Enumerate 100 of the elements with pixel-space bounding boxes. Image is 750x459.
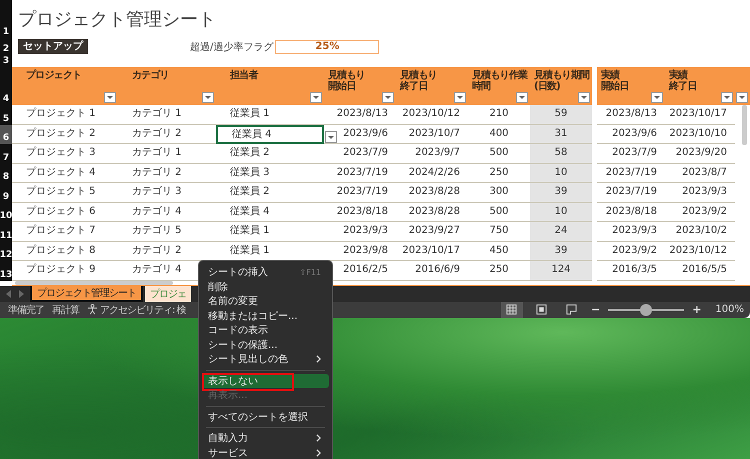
table-cell: 従業員 3 xyxy=(216,164,324,183)
table-cell: 2023/7/19 xyxy=(324,164,396,183)
menu-item[interactable]: 削除 xyxy=(202,280,329,294)
row-number: 6 xyxy=(0,124,12,144)
table-cell: カテゴリ 3 xyxy=(118,183,216,202)
vertical-scrollbar-thumb[interactable] xyxy=(742,105,747,145)
table-cell: 2023/8/28 xyxy=(396,183,468,202)
table-cell: 2023/9/3 xyxy=(324,222,396,242)
sheet-tab[interactable]: プロジェクト管理シート xyxy=(30,286,143,302)
table-cell: 2023/9/6 xyxy=(324,124,396,144)
zoom-level: 100% xyxy=(715,304,744,315)
menu-item[interactable]: 自動入力 xyxy=(202,431,329,446)
row-number: 2 xyxy=(0,38,12,55)
menu-item[interactable]: すべてのシートを選択 xyxy=(202,410,329,424)
table-cell: 2023/7/19 xyxy=(324,183,396,202)
table-cell: 従業員 2 xyxy=(216,144,324,164)
table-cell: 2023/8/13 xyxy=(597,105,665,124)
column-header-label: プロジェクト xyxy=(26,70,82,81)
filter-dropdown-icon[interactable] xyxy=(516,92,528,103)
filter-dropdown-icon[interactable] xyxy=(651,92,663,103)
filter-dropdown-icon[interactable] xyxy=(736,92,748,103)
table-cell: カテゴリ 2 xyxy=(118,164,216,183)
table-cell: カテゴリ 5 xyxy=(118,222,216,242)
row-number: 3 xyxy=(0,55,12,67)
column-header-label: 終了日 xyxy=(669,81,697,92)
row-number: 5 xyxy=(0,105,12,124)
menu-item[interactable]: 名前の変更 xyxy=(202,294,329,308)
filter-dropdown-icon[interactable] xyxy=(310,92,322,103)
filter-dropdown-icon[interactable] xyxy=(104,92,116,103)
table-cell: 2023/10/2 xyxy=(665,222,735,242)
table-cell: 2023/7/19 xyxy=(597,164,665,183)
table-cell: プロジェクト 3 xyxy=(12,144,118,164)
table-cell: 2016/5/5 xyxy=(665,261,735,280)
row-number: 1 xyxy=(0,0,12,38)
table-cell: プロジェクト 2 xyxy=(12,124,118,144)
filter-dropdown-icon[interactable] xyxy=(721,92,733,103)
row-number: 8 xyxy=(0,164,12,183)
row-number: 7 xyxy=(0,144,12,164)
menu-item[interactable]: コードの表示 xyxy=(202,323,329,338)
sheet-tab[interactable]: プロジェ xyxy=(145,286,191,302)
table-cell: 従業員 1 xyxy=(216,222,324,242)
column-header-label: 見積もり xyxy=(400,70,437,81)
table-cell: 10 xyxy=(530,164,592,183)
table-cell: 2023/10/12 xyxy=(665,242,735,261)
column-header-label: 見積もり期間 xyxy=(534,70,590,81)
zoom-in-button[interactable]: + xyxy=(692,303,702,316)
filter-dropdown-icon[interactable] xyxy=(202,92,214,103)
table-cell: プロジェクト 5 xyxy=(12,183,118,202)
table-cell: 2023/8/18 xyxy=(324,202,396,222)
filter-dropdown-icon[interactable] xyxy=(454,92,466,103)
column-header-label: 見積もり xyxy=(328,70,365,81)
table-cell: 2023/7/9 xyxy=(597,144,665,164)
menu-item[interactable]: シート見出しの色 xyxy=(202,352,329,366)
row-number: 10 xyxy=(0,202,12,222)
flag-value-cell[interactable]: 25% xyxy=(275,40,380,54)
table-cell: 2023/8/18 xyxy=(597,202,665,222)
setup-button[interactable]: セットアップ xyxy=(18,39,88,54)
table-cell: 59 xyxy=(530,105,592,124)
row-number: 13 xyxy=(0,261,12,280)
menu-item[interactable]: 移動またはコピー... xyxy=(202,308,329,323)
table-cell: 24 xyxy=(530,222,592,242)
column-header-label: 担当者 xyxy=(230,70,258,81)
horizontal-scrollbar-thumb[interactable] xyxy=(15,280,173,284)
table-cell: 2023/10/7 xyxy=(396,124,468,144)
table-cell: 従業員 1 xyxy=(216,105,324,124)
row-number: 11 xyxy=(0,222,12,242)
grid-icon xyxy=(506,304,518,315)
table-cell: プロジェクト 8 xyxy=(12,242,118,261)
zoom-slider-thumb[interactable] xyxy=(640,304,652,316)
chevron-right-icon xyxy=(316,355,321,364)
cell-dropdown-icon[interactable] xyxy=(325,130,337,142)
column-header-label: 開始日 xyxy=(601,81,629,92)
table-cell: 2023/10/17 xyxy=(665,105,735,124)
table-cell: 39 xyxy=(530,242,592,261)
table-cell: 従業員 4 xyxy=(216,202,324,222)
flag-label: 超過/過少率フラグ xyxy=(190,40,274,54)
accessibility-icon[interactable] xyxy=(87,304,98,315)
table-cell: 2023/9/6 xyxy=(597,124,665,144)
table-cell: プロジェクト 4 xyxy=(12,164,118,183)
table-cell: カテゴリ 4 xyxy=(118,202,216,222)
table-cell: プロジェクト 1 xyxy=(12,105,118,124)
accessibility-status[interactable]: アクセシビリティ: 検 xyxy=(100,302,186,316)
row-number: 9 xyxy=(0,183,12,202)
table-cell: 2023/9/7 xyxy=(396,144,468,164)
menu-item[interactable]: シートの保護... xyxy=(202,338,329,352)
filter-dropdown-icon[interactable] xyxy=(578,92,590,103)
row-number: 12 xyxy=(0,242,12,261)
view-button[interactable] xyxy=(500,302,523,318)
table-cell: 124 xyxy=(530,261,592,280)
table-cell: 2023/9/27 xyxy=(396,222,468,242)
table-cell: 2023/9/2 xyxy=(597,242,665,261)
table-cell: 31 xyxy=(530,124,592,144)
sheet-title: プロジェクト管理シート xyxy=(18,8,216,31)
filter-dropdown-icon[interactable] xyxy=(382,92,394,103)
zoom-out-button[interactable]: − xyxy=(590,303,600,316)
menu-item[interactable]: サービス xyxy=(202,446,329,459)
table-cell: 39 xyxy=(530,183,592,202)
row-number: 4 xyxy=(0,67,12,105)
table-cell: 2023/8/7 xyxy=(665,164,735,183)
table-cell: 2016/6/9 xyxy=(396,261,468,280)
